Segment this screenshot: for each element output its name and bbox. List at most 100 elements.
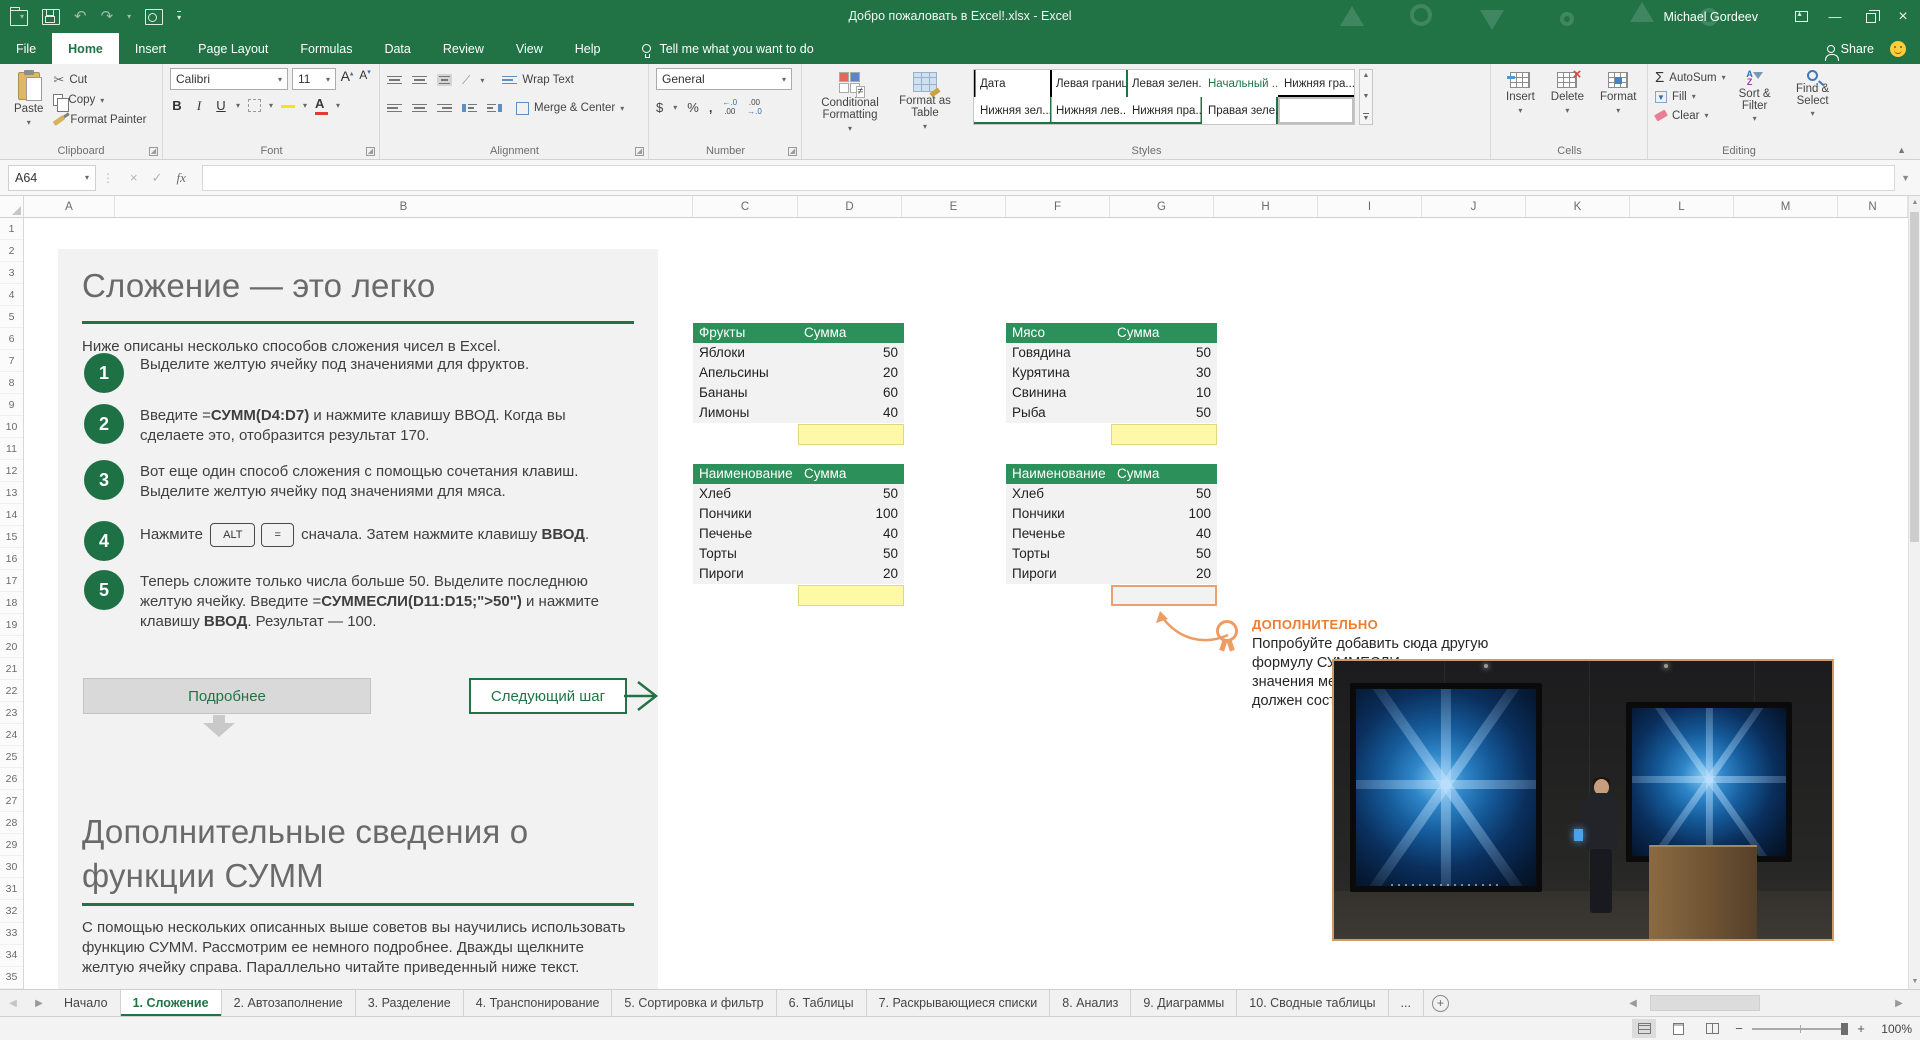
table-cell[interactable]: 50	[1111, 544, 1217, 564]
borders-icon[interactable]	[248, 99, 261, 112]
table-cell[interactable]: Яблоки	[693, 343, 798, 363]
close-button[interactable]: ×	[1886, 0, 1920, 33]
table-cell[interactable]: Рыба	[1006, 403, 1111, 423]
font-family-select[interactable]: Calibri▾	[170, 68, 288, 90]
zoom-in-icon[interactable]: +	[1856, 1021, 1866, 1036]
table-cell[interactable]: Курятина	[1006, 363, 1111, 383]
table-header-cell[interactable]: Сумма	[798, 323, 904, 343]
top-align-icon[interactable]	[387, 76, 402, 85]
cell-style-Левая зелен...[interactable]: Левая зелен...	[1126, 70, 1202, 97]
tab-formulas[interactable]: Formulas	[284, 33, 368, 64]
table-cell[interactable]: 20	[798, 564, 904, 584]
tab-file[interactable]: File	[0, 33, 52, 64]
fill-color-button[interactable]	[281, 104, 295, 108]
tutorial-video[interactable]	[1332, 659, 1834, 941]
table-cell[interactable]: Торты	[1006, 544, 1111, 564]
delete-cells-button[interactable]: Delete ▾	[1543, 68, 1592, 119]
copy-button[interactable]: Copy▾	[53, 90, 146, 110]
tab-insert[interactable]: Insert	[119, 33, 182, 64]
sheet-tab-7. Раскрывающиеся списки[interactable]: 7. Раскрывающиеся списки	[867, 990, 1051, 1016]
tab-review[interactable]: Review	[427, 33, 500, 64]
merge-dropdown-icon[interactable]: ▾	[620, 104, 624, 113]
tab-help[interactable]: Help	[559, 33, 617, 64]
zoom-slider-thumb[interactable]	[1841, 1023, 1848, 1035]
zoom-slider[interactable]	[1752, 1028, 1848, 1030]
table-cell[interactable]: Говядина	[1006, 343, 1111, 363]
table-cell[interactable]: Хлеб	[693, 484, 798, 504]
yellow-input-cell[interactable]	[798, 585, 904, 606]
conditional-formatting-button[interactable]: Conditional Formatting ▾	[809, 68, 891, 137]
borders-dropdown-icon[interactable]: ▾	[269, 101, 273, 110]
underline-dropdown-icon[interactable]: ▾	[236, 101, 240, 110]
ribbon-display-options-button[interactable]	[1784, 0, 1818, 33]
insert-function-icon[interactable]: fx	[177, 170, 186, 186]
horizontal-scrollbar[interactable]: ◀ ▶	[1624, 990, 1908, 1017]
cell-style-Нижняя лев...[interactable]: Нижняя лев...	[1050, 97, 1126, 124]
table-cell[interactable]: 10	[1111, 383, 1217, 403]
font-color-dropdown-icon[interactable]: ▾	[336, 101, 340, 110]
table-cell[interactable]: Торты	[693, 544, 798, 564]
number-format-select[interactable]: General▾	[656, 68, 792, 90]
table-cell[interactable]: 60	[798, 383, 904, 403]
sheet-tab-3. Разделение[interactable]: 3. Разделение	[356, 990, 464, 1016]
feedback-smiley-icon[interactable]	[1890, 41, 1906, 57]
table-cell[interactable]: 50	[1111, 343, 1217, 363]
table-cell[interactable]: Печенье	[693, 524, 798, 544]
tab-page-layout[interactable]: Page Layout	[182, 33, 284, 64]
tab-home[interactable]: Home	[52, 33, 119, 64]
underline-button[interactable]: U	[214, 98, 228, 113]
table-cell[interactable]: 40	[798, 524, 904, 544]
cell-style-Нижняя зел...[interactable]: Нижняя зел...	[974, 97, 1050, 124]
cell-style-Правая зеле...[interactable]: Правая зеле...	[1202, 97, 1278, 124]
tab-view[interactable]: View	[500, 33, 559, 64]
table-cell[interactable]: 100	[798, 504, 904, 524]
hscroll-right-icon[interactable]: ▶	[1890, 998, 1908, 1009]
yellow-input-cell[interactable]	[798, 424, 904, 445]
bottom-align-icon[interactable]	[437, 74, 452, 87]
merge-center-button[interactable]: Merge & Center▾	[516, 98, 624, 118]
table-header-cell[interactable]: Сумма	[1111, 464, 1217, 484]
table-header-cell[interactable]: Сумма	[1111, 323, 1217, 343]
scroll-down-icon[interactable]: ▼	[1909, 975, 1920, 989]
cell-style-Дата[interactable]: Дата	[974, 70, 1050, 97]
clear-button[interactable]: Clear▾	[1655, 106, 1726, 125]
scroll-up-icon[interactable]: ▲	[1909, 196, 1920, 210]
gallery-up-icon[interactable]: ▲	[1363, 72, 1370, 79]
table-header-cell[interactable]: Фрукты	[693, 323, 798, 343]
horizontal-scroll-thumb[interactable]	[1650, 995, 1760, 1011]
formula-input[interactable]	[202, 165, 1895, 191]
cancel-entry-icon[interactable]: ×	[130, 170, 138, 185]
middle-align-icon[interactable]	[412, 76, 427, 85]
sheet-tab-overflow[interactable]: ...	[1389, 990, 1424, 1016]
vertical-scroll-thumb[interactable]	[1910, 212, 1919, 542]
cell-style-Нижняя гра...[interactable]: Нижняя гра...	[1278, 70, 1354, 97]
tell-me-box[interactable]: Tell me what you want to do	[642, 33, 813, 64]
find-select-button[interactable]: Find & Select ▾	[1784, 68, 1842, 125]
table-cell[interactable]: Пироги	[1006, 564, 1111, 584]
page-layout-view-button[interactable]	[1666, 1019, 1690, 1038]
name-box[interactable]: A64▾	[8, 165, 96, 191]
name-box-dropdown-icon[interactable]: ▾	[85, 173, 89, 182]
more-button[interactable]: Подробнее	[83, 678, 371, 714]
autosum-button[interactable]: ΣAutoSum▾	[1655, 68, 1726, 87]
table-cell[interactable]: 20	[1111, 564, 1217, 584]
increase-indent-icon[interactable]	[487, 104, 502, 113]
sheet-nav-right-icon[interactable]: ▶	[26, 990, 52, 1016]
new-sheet-button[interactable]: +	[1432, 995, 1449, 1012]
sheet-tab-2. Автозаполнение[interactable]: 2. Автозаполнение	[222, 990, 356, 1016]
collapse-ribbon-icon[interactable]: ▲	[1897, 145, 1906, 155]
sheet-tab-Начало[interactable]: Начало	[52, 990, 121, 1016]
sheet-tab-8. Анализ[interactable]: 8. Анализ	[1050, 990, 1131, 1016]
table-header-cell[interactable]: Сумма	[798, 464, 904, 484]
font-dialog-launcher-icon[interactable]: ◢	[366, 147, 375, 156]
table-header-cell[interactable]: Наименование	[693, 464, 798, 484]
table-cell[interactable]: Пироги	[693, 564, 798, 584]
table-cell[interactable]: 50	[798, 343, 904, 363]
gallery-down-icon[interactable]: ▼	[1363, 93, 1370, 100]
align-center-icon[interactable]	[412, 104, 427, 113]
table-cell[interactable]: 40	[1111, 524, 1217, 544]
sheet-tab-9. Диаграммы[interactable]: 9. Диаграммы	[1131, 990, 1237, 1016]
table-cell[interactable]: 30	[1111, 363, 1217, 383]
zoom-level[interactable]: 100%	[1876, 1022, 1912, 1036]
table-cell[interactable]: Лимоны	[693, 403, 798, 423]
